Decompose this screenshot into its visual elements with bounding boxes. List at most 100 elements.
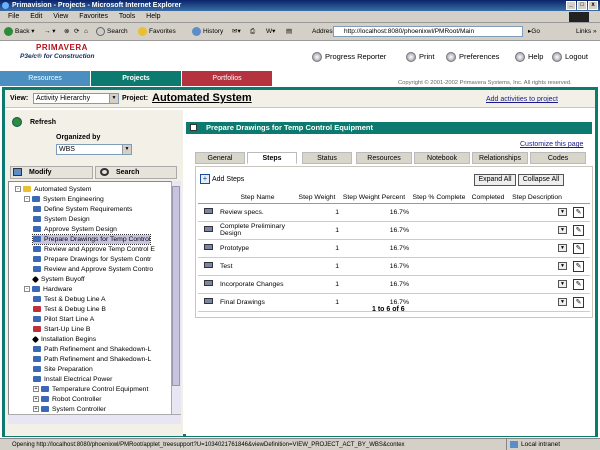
- tree-item[interactable]: Define System Requirements: [33, 205, 132, 214]
- tree-item[interactable]: Installation Begins: [31, 335, 96, 344]
- print-icon[interactable]: ⎙: [250, 27, 255, 37]
- logout-link[interactable]: Logout: [552, 52, 588, 63]
- add-icon[interactable]: +: [200, 174, 210, 184]
- table-row[interactable]: Complete Preliminary Design 1 16.7% ▼ ✎: [198, 221, 590, 240]
- tab-relationships[interactable]: Relationships: [472, 152, 528, 164]
- history-button[interactable]: History: [192, 27, 223, 37]
- refresh-button[interactable]: Refresh: [30, 119, 56, 126]
- tree-item[interactable]: Test & Debug Line A: [33, 295, 106, 304]
- favorites-button[interactable]: Favorites: [138, 27, 176, 37]
- add-steps-button[interactable]: Add Steps: [212, 176, 244, 183]
- discuss-icon[interactable]: ▤: [286, 27, 292, 37]
- tree-item[interactable]: Install Electrical Power: [33, 375, 112, 384]
- back-button[interactable]: Back ▾: [4, 27, 35, 37]
- tree-item[interactable]: Start-Up Line B: [33, 325, 90, 334]
- expand-all-button[interactable]: Expand All: [474, 174, 516, 186]
- collapse-all-button[interactable]: Collapse All: [518, 174, 564, 186]
- organized-by-select[interactable]: WBS ▼: [56, 144, 132, 155]
- edit-icon[interactable]: ✎: [573, 224, 584, 236]
- tab-projects[interactable]: Projects: [91, 71, 181, 86]
- tree-item[interactable]: Approve System Design: [33, 225, 117, 234]
- expand-icon[interactable]: +: [33, 386, 39, 393]
- tab-status[interactable]: Status: [302, 152, 352, 164]
- tree-item[interactable]: Prepare Drawings for Temp Control: [31, 234, 152, 245]
- tree-item[interactable]: + Robot Controller: [33, 395, 102, 404]
- menu-file[interactable]: File: [8, 13, 19, 20]
- table-row[interactable]: Test 1 16.7% ▼ ✎: [198, 257, 590, 276]
- edit-icon[interactable]: ✎: [573, 278, 584, 290]
- print-link[interactable]: Print: [406, 52, 434, 63]
- maximize-button[interactable]: □: [577, 1, 587, 10]
- expand-icon[interactable]: +: [33, 396, 39, 403]
- tab-portfolios[interactable]: Portfolios: [182, 71, 272, 86]
- tree-item[interactable]: - System Engineering: [24, 195, 104, 204]
- tab-codes[interactable]: Codes: [530, 152, 586, 164]
- tree-horizontal-scrollbar[interactable]: [8, 414, 181, 424]
- edit-icon[interactable]: ✎: [573, 242, 584, 254]
- help-link[interactable]: Help: [515, 52, 543, 63]
- links-button[interactable]: Links »: [576, 27, 597, 37]
- menu-tools[interactable]: Tools: [119, 13, 135, 20]
- tree-item[interactable]: System Design: [33, 215, 90, 224]
- forward-button[interactable]: → ▾: [44, 27, 56, 37]
- tree-item[interactable]: + Temperature Control Equipment: [33, 385, 148, 394]
- home-icon[interactable]: ⌂: [84, 27, 88, 37]
- menu-favorites[interactable]: Favorites: [79, 13, 108, 20]
- chevron-down-icon[interactable]: ▼: [558, 226, 567, 234]
- view-select[interactable]: Activity Hierarchy ▼: [33, 93, 119, 104]
- tree-item[interactable]: System Buyoff: [31, 275, 85, 284]
- customize-page-link[interactable]: Customize this page: [520, 141, 583, 148]
- edit-icon[interactable]: ✎: [573, 296, 584, 308]
- tree-item[interactable]: - Hardware: [24, 285, 72, 294]
- collapse-icon[interactable]: [190, 124, 197, 131]
- collapse-icon[interactable]: -: [24, 286, 30, 293]
- tab-steps[interactable]: Steps: [247, 152, 297, 164]
- tree-item[interactable]: Path Refinement and Shakedown-L: [33, 355, 151, 364]
- stop-icon[interactable]: ⊗: [64, 27, 69, 37]
- table-row[interactable]: Review specs. 1 16.7% ▼ ✎: [198, 203, 590, 222]
- minimize-button[interactable]: _: [566, 1, 576, 10]
- preferences-link[interactable]: Preferences: [446, 52, 499, 63]
- edit-icon[interactable]: ✎: [573, 260, 584, 272]
- chevron-down-icon[interactable]: ▼: [558, 208, 567, 216]
- table-row[interactable]: Incorporate Changes 1 16.7% ▼ ✎: [198, 275, 590, 294]
- project-name[interactable]: Automated System: [152, 92, 252, 104]
- go-button[interactable]: ▸Go: [528, 27, 540, 37]
- tab-resources[interactable]: Resources: [356, 152, 412, 164]
- modify-button[interactable]: Modify: [10, 166, 93, 179]
- activity-tree[interactable]: - Automated System - System Engineering Defi…: [8, 181, 181, 416]
- tree-item[interactable]: Test & Debug Line B: [33, 305, 106, 314]
- tab-general[interactable]: General: [195, 152, 245, 164]
- tree-item[interactable]: Prepare Drawings for System Contr: [33, 255, 151, 264]
- refresh-icon[interactable]: ⟳: [74, 27, 79, 37]
- address-input[interactable]: http://localhost:8080/phoenixwl/PMRoot/M…: [333, 26, 523, 37]
- scroll-thumb[interactable]: [172, 186, 180, 386]
- menu-view[interactable]: View: [53, 13, 68, 20]
- expand-icon[interactable]: +: [33, 406, 39, 413]
- tree-item[interactable]: + System Controller: [33, 405, 106, 414]
- add-activities-link[interactable]: Add activities to project: [486, 96, 558, 103]
- tree-item[interactable]: Review and Approve System Contro: [33, 265, 153, 274]
- tree-item[interactable]: Path Refinement and Shakedown-L: [33, 345, 151, 354]
- tree-item[interactable]: Review and Approve Temp Control E: [33, 245, 155, 254]
- chevron-down-icon[interactable]: ▼: [558, 280, 567, 288]
- tree-item[interactable]: - Automated System: [15, 185, 91, 194]
- tab-notebook[interactable]: Notebook: [414, 152, 470, 164]
- chevron-down-icon[interactable]: ▼: [558, 244, 567, 252]
- tree-item[interactable]: Site Preparation: [33, 365, 93, 374]
- collapse-icon[interactable]: -: [15, 186, 21, 193]
- collapse-icon[interactable]: -: [24, 196, 30, 203]
- chevron-down-icon[interactable]: ▼: [558, 298, 567, 306]
- chevron-down-icon[interactable]: ▼: [558, 262, 567, 270]
- search-button[interactable]: Search: [96, 27, 128, 37]
- tab-resources[interactable]: Resources: [0, 71, 90, 86]
- close-button[interactable]: x: [588, 1, 598, 10]
- tree-item[interactable]: Pilot Start Line A: [33, 315, 94, 324]
- menu-edit[interactable]: Edit: [30, 13, 42, 20]
- edit-icon[interactable]: W▾: [266, 27, 275, 37]
- refresh-icon[interactable]: [12, 117, 22, 127]
- edit-icon[interactable]: ✎: [573, 206, 584, 218]
- menu-help[interactable]: Help: [146, 13, 160, 20]
- table-row[interactable]: Prototype 1 16.7% ▼ ✎: [198, 239, 590, 258]
- progress-reporter-link[interactable]: Progress Reporter: [312, 52, 386, 63]
